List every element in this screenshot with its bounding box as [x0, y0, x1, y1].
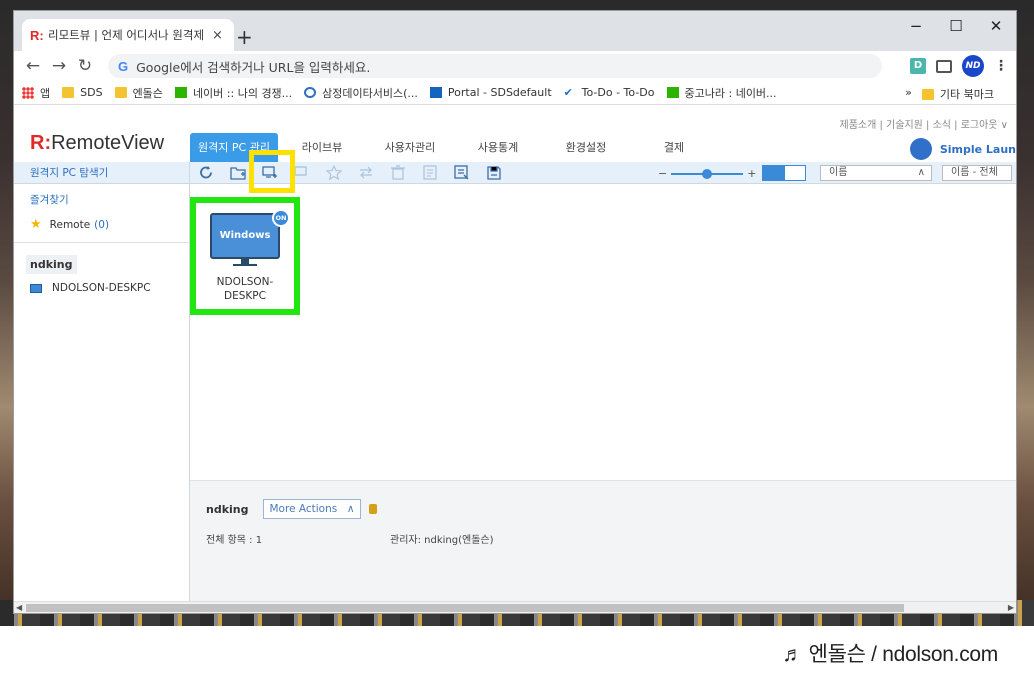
scroll-left-icon[interactable]: ◀ — [16, 602, 22, 613]
top-links[interactable]: 제품소개 | 기술지원 | 소식 | 로그아웃 ∨ — [840, 116, 1008, 131]
pc-card[interactable]: Windows ON NDOLSON-DESKPC — [190, 197, 300, 315]
chevron-up-icon: ∧ — [346, 503, 355, 515]
folder-icon — [62, 87, 75, 98]
tab-user-manage[interactable]: 사용자관리 — [366, 133, 454, 162]
import-icon[interactable] — [486, 165, 502, 180]
bookmark-ndolson[interactable]: 엔돌슨 — [114, 85, 163, 101]
list-view-icon[interactable] — [784, 165, 806, 181]
details-name: ndking — [206, 502, 249, 516]
cafe-icon — [666, 87, 679, 98]
remoteview-favicon-icon: R: — [30, 27, 44, 43]
bookmark-samjung[interactable]: 삼정데이타서비스(... — [304, 85, 418, 101]
tab-settings[interactable]: 환경설정 — [542, 133, 630, 162]
group-ndking[interactable]: ndking — [26, 255, 77, 274]
address-placeholder: Google에서 검색하거나 URL을 입력하세요. — [136, 59, 371, 75]
folder-icon — [921, 88, 934, 100]
favorites-title[interactable]: 즐겨찾기 — [30, 192, 173, 207]
filter-select[interactable]: 이름 - 전체 — [942, 165, 1012, 181]
reload-button[interactable]: ↻ — [72, 56, 98, 76]
remoteview-logo[interactable]: R:RemoteView — [30, 132, 164, 155]
bookmark-sds[interactable]: SDS — [62, 86, 103, 99]
windows-monitor-icon: Windows — [210, 213, 280, 259]
google-icon: G — [118, 58, 129, 74]
profile-avatar[interactable]: ND — [962, 55, 984, 77]
pc-toolbar: − + 이름 ∧ 이름 - 전체 — [190, 150, 1016, 193]
naver-icon — [174, 87, 187, 98]
remoteview-app: R:RemoteView 제품소개 | 기술지원 | 소식 | 로그아웃 ∨ 원… — [14, 106, 1016, 613]
star-icon: ★ — [30, 217, 42, 232]
bookmark-apps[interactable]: 앱 — [22, 85, 50, 101]
tab-usage-stats[interactable]: 사용통계 — [454, 133, 542, 162]
maximize-button[interactable]: ☐ — [936, 11, 976, 41]
portal-icon — [429, 87, 442, 98]
browser-menu-icon[interactable]: ⋮ — [994, 58, 1008, 74]
bookmark-joonggonara[interactable]: 중고나라 : 네이버... — [666, 85, 777, 101]
sort-select[interactable]: 이름 ∧ — [820, 165, 932, 181]
scrollbar-thumb[interactable] — [26, 604, 904, 612]
bookmark-portal[interactable]: Portal - SDSdefault — [429, 86, 552, 99]
app-header: R:RemoteView 제품소개 | 기술지원 | 소식 | 로그아웃 ∨ 원… — [14, 106, 1016, 162]
forward-button[interactable]: → — [46, 56, 72, 76]
sidebar-header: 원격지 PC 탐색기 — [14, 162, 189, 184]
sidebar: 원격지 PC 탐색기 즐겨찾기 ★ Remote (0) ndking NDOL… — [14, 162, 190, 613]
zoom-out-button[interactable]: − — [658, 167, 667, 180]
zoom-control[interactable]: − + — [658, 167, 756, 180]
scroll-right-icon[interactable]: ▶ — [1008, 602, 1014, 613]
tab-strip: R: 리모트뷰 | 언제 어디서나 원격제 × + − ☐ ✕ — [14, 11, 1016, 51]
status-badge: ON — [272, 209, 290, 227]
globe-icon — [304, 87, 317, 98]
zoom-knob[interactable] — [702, 168, 713, 179]
add-folder-icon[interactable] — [230, 165, 246, 180]
bookmarks-bar: 앱 SDS 엔돌슨 네이버 :: 나의 경쟁... 삼정데이타서비스(... P… — [14, 81, 1016, 105]
close-window-button[interactable]: ✕ — [976, 11, 1016, 41]
apps-icon — [22, 86, 34, 99]
close-tab-icon[interactable]: × — [212, 28, 223, 43]
pc-grid: Windows ON NDOLSON-DESKPC — [190, 184, 1016, 480]
sidebar-item-remote[interactable]: ★ Remote (0) — [30, 217, 173, 232]
zoom-slider[interactable] — [671, 168, 744, 179]
back-button[interactable]: ← — [20, 56, 46, 76]
folder-icon — [114, 87, 127, 98]
view-toggle — [762, 165, 806, 181]
monitor-icon — [30, 283, 42, 293]
memo-icon[interactable] — [422, 165, 438, 180]
lock-icon[interactable] — [368, 504, 377, 514]
bookmark-naver[interactable]: 네이버 :: 나의 경쟁... — [174, 85, 292, 101]
chevron-up-icon: ∧ — [917, 167, 925, 178]
horizontal-scrollbar[interactable]: ◀ ▶ — [14, 601, 1016, 613]
pc-card-name: NDOLSON-DESKPC — [216, 276, 274, 302]
refresh-icon[interactable] — [198, 165, 214, 180]
total-count: 전체 항목 : 1 — [206, 535, 263, 546]
browser-toolbar: ← → ↻ G Google에서 검색하거나 URL을 입력하세요. D ND … — [14, 51, 1016, 81]
swap-icon[interactable] — [358, 165, 374, 180]
new-tab-button[interactable]: + — [236, 25, 253, 49]
check-icon: ✔ — [563, 86, 573, 99]
simple-launcher[interactable]: Simple Laun — [909, 138, 1016, 160]
more-actions-button[interactable]: More Actions ∧ — [262, 499, 361, 519]
cast-icon[interactable] — [936, 59, 952, 73]
bookmark-todo[interactable]: ✔ To-Do - To-Do — [564, 86, 655, 99]
bookmark-other[interactable]: 기타 북마크 — [921, 86, 994, 102]
address-bar[interactable]: G Google에서 검색하거나 URL을 입력하세요. — [108, 54, 882, 78]
delete-icon[interactable] — [390, 165, 406, 180]
bookmarks-more-button[interactable]: » — [905, 86, 912, 102]
details-panel: ndking More Actions ∧ 전체 항목 : 1 관리자: ndki… — [190, 480, 1016, 613]
grid-view-icon[interactable] — [762, 165, 784, 181]
main-panel: − + 이름 ∧ 이름 - 전체 Windows ON NDOLSON-DESK… — [190, 150, 1016, 613]
minimize-button[interactable]: − — [896, 11, 936, 41]
browser-window: R: 리모트뷰 | 언제 어디서나 원격제 × + − ☐ ✕ ← → ↻ G … — [13, 10, 1017, 614]
sidebar-item-pc[interactable]: NDOLSON-DESKPC — [14, 282, 189, 294]
extension-d-icon[interactable]: D — [910, 58, 926, 74]
watermark: ♬ 엔돌슨 / ndolson.com — [782, 643, 998, 666]
export-icon[interactable] — [454, 165, 470, 180]
zoom-in-button[interactable]: + — [747, 167, 756, 180]
tab-title: 리모트뷰 | 언제 어디서나 원격제 — [48, 28, 205, 42]
rocket-icon — [909, 138, 932, 160]
browser-tab[interactable]: R: 리모트뷰 | 언제 어디서나 원격제 × — [22, 19, 234, 51]
tab-payment[interactable]: 결제 — [630, 133, 718, 162]
favorite-icon[interactable] — [325, 164, 343, 181]
move-pc-icon[interactable] — [294, 165, 310, 180]
admin-info: 관리자: ndking(엔돌슨) — [390, 535, 494, 546]
